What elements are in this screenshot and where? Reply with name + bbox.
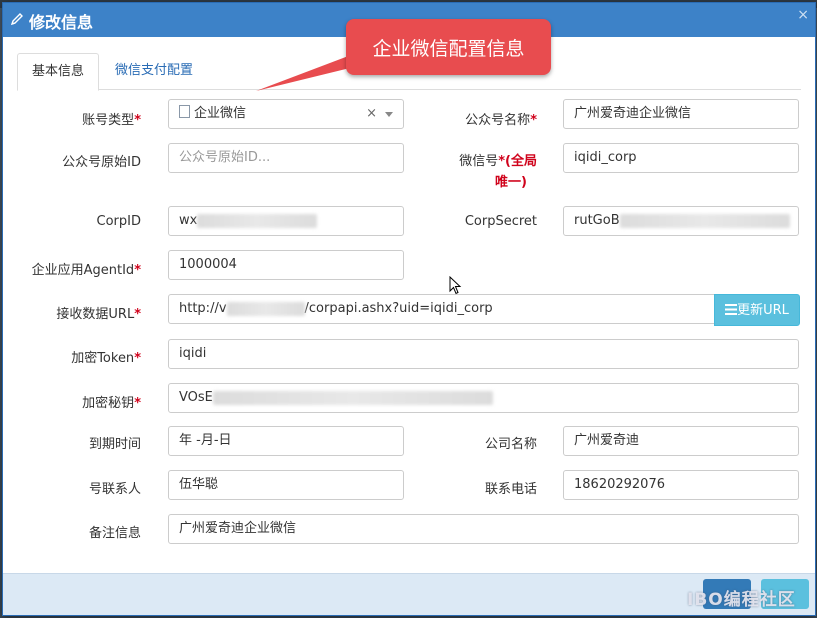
tab-wechat-pay-config[interactable]: 微信支付配置 [101, 53, 207, 88]
public-name-input[interactable]: 广州爱奇迪企业微信 [563, 99, 799, 129]
agent-id-label: 企业应用AgentId* [31, 263, 141, 278]
aes-key-label: 加密秘钥* [82, 396, 141, 411]
original-id-label: 公众号原始ID [62, 155, 141, 170]
edit-pencil-icon [10, 13, 23, 26]
wechat-id-label: 微信号*(全局 唯一) [459, 154, 537, 190]
token-input[interactable]: iqidi [168, 339, 799, 369]
remark-input[interactable]: 广州爱奇迪企业微信 [168, 514, 799, 544]
phone-input[interactable]: 18620292076 [563, 470, 799, 500]
original-id-input[interactable]: 公众号原始ID... [168, 143, 404, 173]
expire-date-input[interactable]: 年 -月-日 [168, 426, 404, 456]
mouse-cursor-icon [449, 276, 462, 295]
corp-id-label: CorpID [96, 214, 141, 229]
list-icon [725, 304, 738, 315]
expire-date-label: 到期时间 [88, 437, 141, 452]
receive-url-label: 接收数据URL* [56, 307, 141, 322]
watermark-text: IBO编程社区 [687, 590, 796, 610]
token-label: 加密Token* [71, 351, 141, 366]
corp-secret-input[interactable]: rutGoB [563, 206, 799, 236]
corp-id-input[interactable]: wx [168, 206, 404, 236]
account-type-value: 企业微信 [194, 106, 247, 121]
company-input[interactable]: 广州爱奇迪 [563, 426, 799, 456]
document-icon [179, 105, 190, 118]
tab-basic-info[interactable]: 基本信息 [17, 53, 100, 91]
aes-key-input[interactable]: VOsE [168, 383, 799, 413]
wechat-id-input[interactable]: iqidi_corp [563, 143, 799, 173]
company-label: 公司名称 [484, 437, 537, 452]
account-type-select[interactable]: 企业微信 × [168, 99, 404, 129]
callout-pointer [256, 55, 354, 91]
chevron-down-icon[interactable] [385, 112, 393, 117]
receive-url-input[interactable]: http://v/corpapi.ashx?uid=iqidi_corp [168, 294, 715, 324]
corp-secret-label: CorpSecret [464, 214, 537, 229]
dialog-title: 修改信息 [29, 13, 94, 32]
callout-text: 企业微信配置信息 [372, 38, 525, 60]
edit-dialog: 修改信息 × 基本信息 微信支付配置 账号类型* 企业微信 × 公众号名称* 广… [2, 2, 816, 616]
agent-id-input[interactable]: 1000004 [168, 250, 404, 280]
account-type-label: 账号类型* [82, 113, 141, 128]
clear-selection-icon[interactable]: × [366, 100, 377, 128]
update-url-button[interactable]: 更新URL [714, 294, 800, 326]
close-icon[interactable]: × [797, 7, 809, 23]
contact-input[interactable]: 伍华聪 [168, 470, 404, 500]
contact-label: 号联系人 [88, 482, 141, 497]
remark-label: 备注信息 [88, 526, 141, 541]
phone-label: 联系电话 [484, 482, 537, 497]
public-name-label: 公众号名称* [465, 113, 537, 128]
callout-annotation: 企业微信配置信息 [346, 19, 551, 75]
